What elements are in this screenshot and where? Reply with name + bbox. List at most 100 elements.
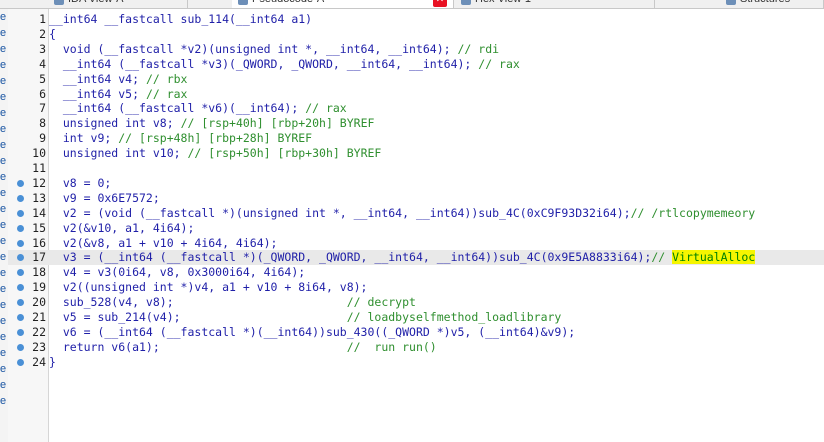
code-text: __int64 (__fastcall *v6)(__int64); // ra… [49, 101, 347, 116]
code-statement: } [49, 354, 56, 369]
left-panel-item[interactable]: e [0, 202, 8, 216]
line-number: 11 [32, 161, 46, 175]
left-panel-item[interactable]: e [0, 218, 8, 232]
code-line[interactable]: 22 v6 = (__int64 (__fastcall *)(__int64)… [8, 325, 824, 340]
left-panel-item[interactable]: e [0, 394, 8, 408]
left-panel-item[interactable]: e [0, 362, 8, 376]
code-line[interactable]: 12 v8 = 0; [8, 176, 824, 191]
code-comment: // rdi [457, 41, 500, 56]
line-number: 17 [32, 250, 46, 265]
code-text: v2(&v8, a1 + v10 + 4i64, 4i64); [49, 236, 278, 251]
hex-view-icon [461, 0, 471, 5]
code-line[interactable]: 11 [8, 161, 824, 176]
code-statement: { [49, 26, 56, 41]
code-statement: v3 = (__int64 (__fastcall *)(_QWORD, _QW… [49, 250, 652, 265]
code-line[interactable]: 16 v2(&v8, a1 + v10 + 4i64, 4i64); [8, 236, 824, 251]
code-comment: // [rsp+40h] [rbp+20h] BYREF [180, 116, 375, 131]
tab-pseudocode[interactable]: Pseudocode-A ✕ [232, 0, 454, 8]
code-comment: // run run() [346, 339, 437, 354]
code-text: v8 = 0; [49, 176, 111, 191]
code-comment: // /rtlcopymemeory [630, 205, 756, 220]
left-panel-item[interactable]: e [0, 250, 8, 264]
left-panel-item[interactable]: e [0, 154, 8, 168]
left-panel-item[interactable]: e [0, 10, 8, 24]
code-text: v4 = v3(0i64, v8, 0x3000i64, 4i64); [49, 265, 305, 280]
left-panel-item[interactable]: e [0, 378, 8, 392]
code-line[interactable]: 2{ [8, 27, 824, 42]
left-panel-item[interactable]: e [0, 266, 8, 280]
code-line[interactable]: 5 __int64 v4; // rbx [8, 72, 824, 87]
tab-hex-view[interactable]: Hex View-1 [455, 0, 655, 8]
line-number: 7 [39, 101, 46, 116]
tab-ida-view[interactable]: IDA View-A [48, 0, 188, 8]
code-line[interactable]: 4 __int64 (__fastcall *v3)(_QWORD, _QWOR… [8, 57, 824, 72]
line-number: 6 [39, 86, 46, 101]
left-panel-item[interactable]: e [0, 26, 8, 40]
line-number: 4 [39, 56, 46, 71]
code-line[interactable]: 9 int v9; // [rsp+48h] [rbp+28h] BYREF [8, 131, 824, 146]
left-panel-item[interactable]: e [0, 170, 8, 184]
code-text: v2((unsigned int *)v4, a1 + v10 + 8i64, … [49, 280, 368, 295]
line-number: 14 [32, 205, 46, 220]
pseudocode-icon [238, 0, 248, 5]
code-text: v3 = (__int64 (__fastcall *)(_QWORD, _QW… [49, 250, 756, 265]
code-text: int v9; // [rsp+48h] [rbp+28h] BYREF [49, 131, 312, 146]
code-text: } [49, 355, 56, 370]
line-number: 16 [32, 235, 46, 250]
code-line[interactable]: 13 v9 = 0x6E7572; [8, 191, 824, 206]
close-icon[interactable]: ✕ [433, 0, 447, 7]
code-line[interactable]: 8 unsigned int v8; // [rsp+40h] [rbp+20h… [8, 116, 824, 131]
code-line[interactable]: 15 v2(&v10, a1, 4i64); [8, 221, 824, 236]
code-line[interactable]: 3 void (__fastcall *v2)(unsigned int *, … [8, 42, 824, 57]
code-line[interactable]: 23 return v6(a1); // run run() [8, 340, 824, 355]
left-panel-item[interactable]: e [0, 186, 8, 200]
code-statement: void (__fastcall *v2)(unsigned int *, __… [49, 41, 458, 56]
left-panel-item[interactable]: e [0, 58, 8, 72]
line-number: 8 [39, 116, 46, 131]
left-panel-item[interactable]: e [0, 90, 8, 104]
code-line[interactable]: 19 v2((unsigned int *)v4, a1 + v10 + 8i6… [8, 280, 824, 295]
code-comment: // rax [145, 86, 188, 101]
code-text: __int64 __fastcall sub_114(__int64 a1) [49, 12, 312, 27]
left-panel-item[interactable]: e [0, 282, 8, 296]
code-line[interactable]: 7 __int64 (__fastcall *v6)(__int64); // … [8, 101, 824, 116]
line-number: 21 [32, 310, 46, 324]
tab-label: Hex View-1 [475, 0, 531, 8]
left-panel-item[interactable]: e [0, 346, 8, 360]
tab-structures[interactable]: Structures [720, 0, 824, 8]
structures-icon [726, 0, 736, 5]
line-number: 5 [39, 71, 46, 86]
code-line[interactable]: 17 v3 = (__int64 (__fastcall *)(_QWORD, … [8, 250, 824, 266]
left-panel-item[interactable]: e [0, 138, 8, 152]
left-panel-item[interactable]: e [0, 74, 8, 88]
line-number: 20 [32, 295, 46, 310]
code-line[interactable]: 21 v5 = sub_214(v4); // loadbyselfmethod… [8, 310, 824, 325]
left-panel-item[interactable]: e [0, 314, 8, 328]
pseudocode-editor[interactable]: 1 __int64 __fastcall sub_114(__int64 a1) 2… [8, 9, 824, 442]
left-panel-item[interactable]: e [0, 106, 8, 120]
code-statement: __int64 (__fastcall *v6)(__int64); [49, 101, 306, 116]
code-line[interactable]: 14 v2 = (void (__fastcall *)(unsigned in… [8, 206, 824, 221]
code-text: v2 = (void (__fastcall *)(unsigned int *… [49, 206, 755, 221]
left-panel-item[interactable]: e [0, 42, 8, 56]
code-line[interactable]: 1 __int64 __fastcall sub_114(__int64 a1) [8, 12, 824, 27]
code-line[interactable]: 6 __int64 v5; // rax [8, 87, 824, 102]
code-text: unsigned int v10; // [rsp+50h] [rbp+30h]… [49, 146, 382, 161]
code-statement: int v9; [49, 131, 119, 146]
code-statement: __int64 v5; [49, 86, 146, 101]
left-panel-item[interactable]: e [0, 234, 8, 248]
code-statement: v2((unsigned int *)v4, a1 + v10 + 8i64, … [49, 280, 368, 295]
line-number: 19 [32, 280, 46, 295]
left-panel-item[interactable]: e [0, 330, 8, 344]
tab-label: IDA View-A [68, 0, 123, 8]
code-line[interactable]: 10 unsigned int v10; // [rsp+50h] [rbp+3… [8, 146, 824, 161]
code-line[interactable]: 24} [8, 355, 824, 370]
code-line[interactable]: 18 v4 = v3(0i64, v8, 0x3000i64, 4i64); [8, 265, 824, 280]
code-text: sub_528(v4, v8); // decrypt [49, 295, 416, 310]
code-line[interactable]: 20 sub_528(v4, v8); // decrypt [8, 295, 824, 310]
left-panel-item[interactable]: e [0, 122, 8, 136]
left-panel-item[interactable]: e [0, 298, 8, 312]
code-statement: __int64 v4; [49, 71, 146, 86]
code-statement: return v6(a1); [49, 339, 347, 354]
code-comment: // rbx [145, 71, 188, 86]
